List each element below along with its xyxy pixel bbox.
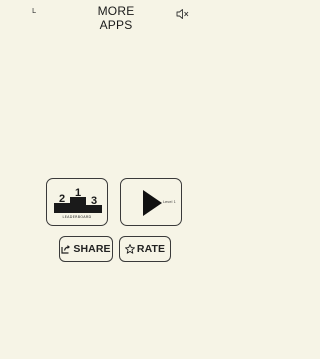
share-label: SHARE <box>73 243 111 255</box>
leaderboard-button[interactable]: 2 1 3 LEADERBOARD <box>46 178 108 226</box>
level-label: Level 1 <box>163 200 176 204</box>
level-indicator: L <box>32 7 36 15</box>
podium-third: 3 <box>91 195 97 207</box>
play-button[interactable]: Level 1 <box>120 178 182 226</box>
leaderboard-label: LEADERBOARD <box>62 215 92 219</box>
star-outline-icon <box>124 244 135 254</box>
rate-button[interactable]: RATE <box>119 236 171 262</box>
podium-second: 2 <box>59 193 65 205</box>
podium-icon: 2 1 3 <box>54 187 102 213</box>
share-icon <box>61 245 71 254</box>
share-button[interactable]: SHARE <box>59 236 113 262</box>
game-logo: aa <box>34 54 196 174</box>
podium-first: 1 <box>75 187 81 199</box>
more-apps-button[interactable]: MORE APPS <box>80 4 152 32</box>
rate-label: RATE <box>136 243 166 255</box>
speaker-muted-icon[interactable] <box>176 5 190 19</box>
logo-text: aa <box>34 54 196 174</box>
